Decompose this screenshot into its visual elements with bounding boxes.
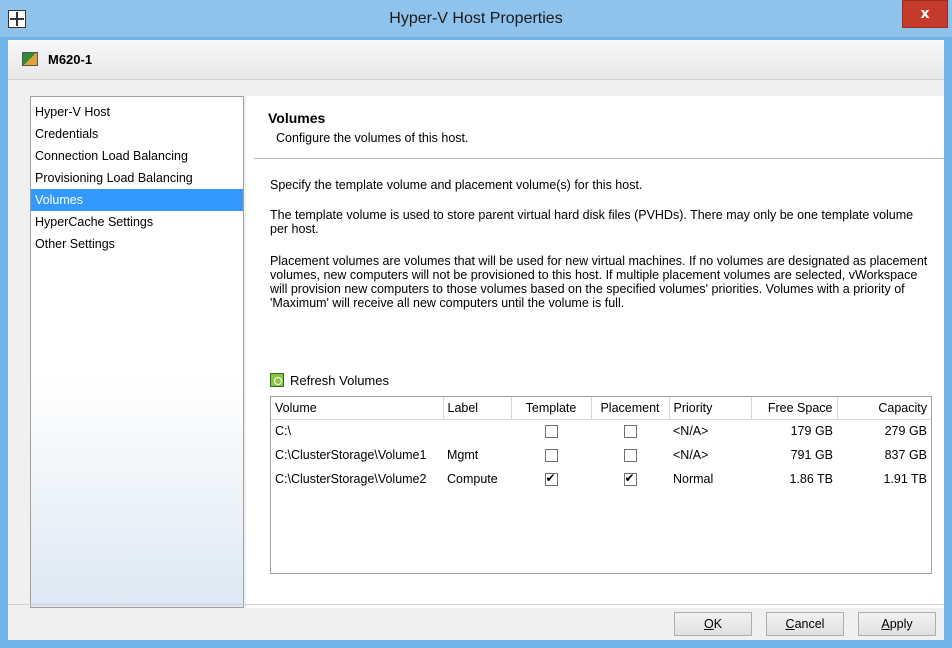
nav-item-other-settings[interactable]: Other Settings xyxy=(31,233,243,255)
priority-cell[interactable]: Normal xyxy=(669,467,751,491)
close-button[interactable]: x xyxy=(902,0,948,28)
cancel-label-post: ancel xyxy=(794,617,825,631)
free-space-cell: 179 GB xyxy=(790,424,833,439)
host-icon xyxy=(22,52,38,66)
apply-label-mnemonic: A xyxy=(881,617,890,631)
placement-checkbox[interactable] xyxy=(623,425,637,439)
free-space-cell: 791 GB xyxy=(790,448,833,462)
nav-item-provisioning-load-balancing[interactable]: Provisioning Load Balancing xyxy=(31,167,243,189)
host-name: M620-1 xyxy=(48,52,93,67)
nav-item-volumes[interactable]: Volumes xyxy=(31,189,243,211)
nav-pane: Hyper-V Host Credentials Connection Load… xyxy=(30,96,244,608)
nav-item-connection-load-balancing[interactable]: Connection Load Balancing xyxy=(31,145,243,167)
column-header-label[interactable]: Label xyxy=(443,397,512,420)
header-divider xyxy=(254,158,944,159)
volume-cell: C:\ClusterStorage\Volume1 xyxy=(275,448,427,462)
priority-cell[interactable]: <N/A> xyxy=(669,443,751,467)
ok-label-mnemonic: O xyxy=(703,617,714,631)
host-header: M620-1 xyxy=(8,40,944,80)
priority-cell[interactable]: <N/A> xyxy=(669,419,751,443)
content-pane: Volumes Configure the volumes of this ho… xyxy=(246,96,944,608)
cancel-label-mnemonic: C xyxy=(785,617,795,631)
window-title: Hyper-V Host Properties xyxy=(389,10,563,27)
free-space-cell: 1.86 TB xyxy=(789,472,833,486)
volumes-table: Volume Label Template Placement Priority… xyxy=(270,396,932,574)
column-header-placement[interactable]: Placement xyxy=(591,397,670,420)
nav-item-credentials[interactable]: Credentials xyxy=(31,123,243,145)
intro-text: Specify the template volume and placemen… xyxy=(270,178,643,192)
cancel-button[interactable]: Cancel xyxy=(766,612,844,636)
placement-checkbox[interactable] xyxy=(623,471,637,487)
title-bar: Hyper-V Host Properties x xyxy=(0,0,952,38)
table-row[interactable]: C:\ClusterStorage\Volume1 Mgmt <N/A> 791… xyxy=(271,443,931,467)
volume-cell: C:\ xyxy=(275,424,291,439)
capacity-cell: 279 GB xyxy=(884,424,927,439)
placement-description: Placement volumes are volumes that will … xyxy=(270,254,928,310)
column-header-volume[interactable]: Volume xyxy=(271,397,444,420)
apply-button[interactable]: Apply xyxy=(858,612,936,636)
apply-label-post: pply xyxy=(889,617,913,631)
template-checkbox[interactable] xyxy=(544,425,558,439)
column-header-capacity[interactable]: Capacity xyxy=(837,397,931,420)
column-header-priority[interactable]: Priority xyxy=(669,397,752,420)
table-header-row: Volume Label Template Placement Priority… xyxy=(271,397,931,420)
volume-cell: C:\ClusterStorage\Volume2 xyxy=(275,472,427,486)
footer-divider xyxy=(8,604,944,605)
column-header-template[interactable]: Template xyxy=(511,397,592,420)
table-row[interactable]: C:\ClusterStorage\Volume2 Compute Normal… xyxy=(271,467,931,491)
ok-label-post: K xyxy=(713,617,723,631)
table-row[interactable]: C:\ <N/A> 179 GB 279 GB xyxy=(271,419,931,443)
column-header-free-space[interactable]: Free Space xyxy=(751,397,838,420)
template-checkbox[interactable] xyxy=(544,449,558,463)
nav-item-hyper-v-host[interactable]: Hyper-V Host xyxy=(31,101,243,123)
label-cell: Compute xyxy=(447,472,498,486)
dialog-body: M620-1 Hyper-V Host Credentials Connecti… xyxy=(8,40,944,640)
refresh-volumes-button[interactable]: Refresh Volumes xyxy=(270,370,389,392)
label-cell xyxy=(443,419,511,443)
refresh-volumes-label: Refresh Volumes xyxy=(290,373,389,388)
section-subtitle: Configure the volumes of this host. xyxy=(276,131,469,145)
template-description: The template volume is used to store par… xyxy=(270,208,914,236)
placement-checkbox[interactable] xyxy=(623,449,637,463)
capacity-cell: 1.91 TB xyxy=(883,472,927,486)
label-cell: Mgmt xyxy=(447,448,479,462)
section-title: Volumes xyxy=(268,110,326,126)
capacity-cell: 837 GB xyxy=(884,448,927,462)
refresh-icon xyxy=(270,373,284,387)
ok-button[interactable]: OK xyxy=(674,612,752,636)
template-checkbox[interactable] xyxy=(544,471,558,487)
nav-item-hypercache-settings[interactable]: HyperCache Settings xyxy=(31,211,243,233)
